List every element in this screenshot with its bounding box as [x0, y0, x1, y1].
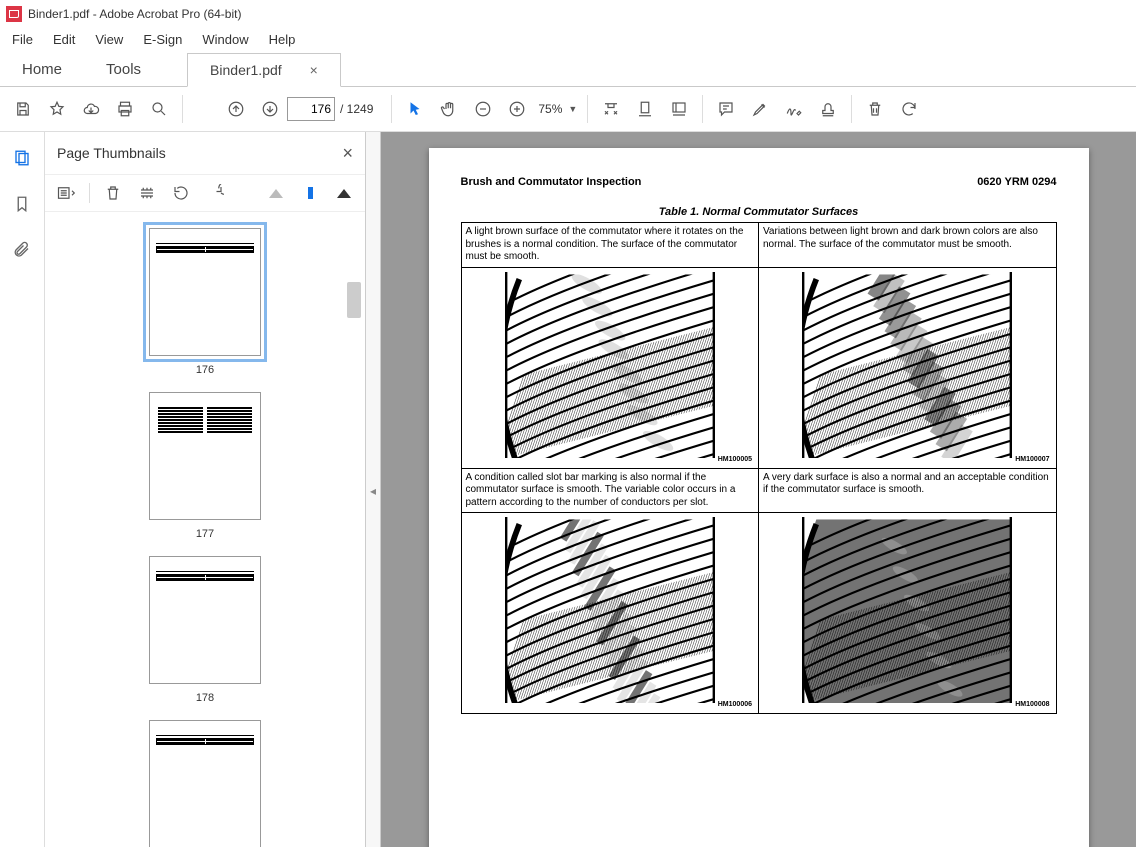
comment-button[interactable]	[709, 92, 743, 126]
thumb-rotate-cw-button[interactable]	[204, 182, 226, 204]
star-button[interactable]	[40, 92, 74, 126]
zoom-in-button[interactable]	[500, 92, 534, 126]
thumbnail-panel: Page Thumbnails × 176 177 178	[45, 132, 366, 847]
prev-page-button[interactable]	[219, 92, 253, 126]
save-button[interactable]	[6, 92, 40, 126]
page-header: Brush and Commutator Inspection 0620 YRM…	[461, 176, 1057, 188]
cloud-button[interactable]	[74, 92, 108, 126]
highlight-button[interactable]	[743, 92, 777, 126]
search-button[interactable]	[142, 92, 176, 126]
app-icon	[6, 6, 22, 22]
page-total-label: / 1249	[340, 102, 373, 116]
cell-text-1: A light brown surface of the commutator …	[461, 223, 759, 268]
cell-fig-1: HM100005	[461, 267, 759, 468]
menu-bar: File Edit View E-Sign Window Help	[0, 28, 1136, 50]
main-area: Page Thumbnails × 176 177 178 ◂ Brush and …	[0, 132, 1136, 847]
tab-home[interactable]: Home	[0, 53, 84, 86]
tab-tools[interactable]: Tools	[84, 53, 163, 86]
fit-page-button[interactable]	[628, 92, 662, 126]
cell-text-2: Variations between light brown and dark …	[759, 223, 1057, 268]
zoom-out-button[interactable]	[466, 92, 500, 126]
commutator-table: A light brown surface of the commutator …	[461, 222, 1057, 714]
thumbnail-header: Page Thumbnails ×	[45, 132, 365, 175]
thumb-delete-button[interactable]	[102, 182, 124, 204]
zoom-select[interactable]: 75% ▼	[534, 100, 581, 118]
window-title: Binder1.pdf - Adobe Acrobat Pro (64-bit)	[28, 7, 241, 21]
thumbnail-item[interactable]: 177	[147, 392, 263, 540]
tab-document[interactable]: Binder1.pdf ×	[187, 53, 341, 87]
cell-fig-2: HM100007	[759, 267, 1057, 468]
toolbar: / 1249 75% ▼	[0, 87, 1136, 132]
thumbnail-title: Page Thumbnails	[57, 145, 166, 161]
thumb-rotate-ccw-button[interactable]	[170, 182, 192, 204]
menu-view[interactable]: View	[85, 30, 133, 49]
thumbnail-item[interactable]	[147, 720, 263, 847]
cell-fig-3: HM100006	[461, 513, 759, 714]
thumbnail-scroll-thumb[interactable]	[347, 282, 361, 318]
title-bar: Binder1.pdf - Adobe Acrobat Pro (64-bit)	[0, 0, 1136, 28]
tab-document-label: Binder1.pdf	[210, 62, 282, 78]
sign-button[interactable]	[777, 92, 811, 126]
attachments-rail-button[interactable]	[10, 238, 34, 262]
collapse-panel-button[interactable]: ◂	[366, 132, 381, 847]
thumbnails-rail-button[interactable]	[10, 146, 34, 170]
thumb-print-button[interactable]	[136, 182, 158, 204]
page-number-input[interactable]	[287, 97, 335, 121]
thumb-size-slider[interactable]	[299, 182, 321, 204]
menu-file[interactable]: File	[2, 30, 43, 49]
print-button[interactable]	[108, 92, 142, 126]
side-rail	[0, 132, 45, 847]
select-tool-button[interactable]	[398, 92, 432, 126]
pdf-page: Brush and Commutator Inspection 0620 YRM…	[429, 148, 1089, 847]
fit-width-button[interactable]	[594, 92, 628, 126]
thumbnail-toolbar	[45, 175, 365, 212]
menu-esign[interactable]: E-Sign	[133, 30, 192, 49]
thumb-options-button[interactable]	[55, 182, 77, 204]
menu-help[interactable]: Help	[259, 30, 306, 49]
hand-tool-button[interactable]	[432, 92, 466, 126]
cell-fig-4: HM100008	[759, 513, 1057, 714]
thumbnail-item[interactable]: 176	[147, 228, 263, 376]
delete-button[interactable]	[858, 92, 892, 126]
stamp-button[interactable]	[811, 92, 845, 126]
page-header-left: Brush and Commutator Inspection	[461, 176, 642, 188]
thumbnail-list[interactable]: 176 177 178	[45, 212, 365, 847]
menu-window[interactable]: Window	[192, 30, 258, 49]
close-panel-button[interactable]: ×	[342, 143, 353, 164]
read-mode-button[interactable]	[662, 92, 696, 126]
tab-close-icon[interactable]: ×	[310, 62, 318, 78]
table-caption: Table 1. Normal Commutator Surfaces	[461, 206, 1057, 218]
chevron-down-icon: ▼	[568, 104, 577, 114]
cell-text-3: A condition called slot bar marking is a…	[461, 468, 759, 513]
document-viewport[interactable]: Brush and Commutator Inspection 0620 YRM…	[381, 132, 1136, 847]
zoom-value: 75%	[538, 102, 562, 116]
tab-bar: Home Tools Binder1.pdf ×	[0, 50, 1136, 87]
rotate-button[interactable]	[892, 92, 926, 126]
thumb-size-small-icon[interactable]	[265, 182, 287, 204]
next-page-button[interactable]	[253, 92, 287, 126]
thumb-size-large-icon[interactable]	[333, 182, 355, 204]
cell-text-4: A very dark surface is also a normal and…	[759, 468, 1057, 513]
bookmarks-rail-button[interactable]	[10, 192, 34, 216]
thumbnail-item[interactable]: 178	[147, 556, 263, 704]
menu-edit[interactable]: Edit	[43, 30, 85, 49]
page-header-right: 0620 YRM 0294	[977, 176, 1056, 188]
thumbnail-scrollbar[interactable]	[347, 212, 363, 847]
